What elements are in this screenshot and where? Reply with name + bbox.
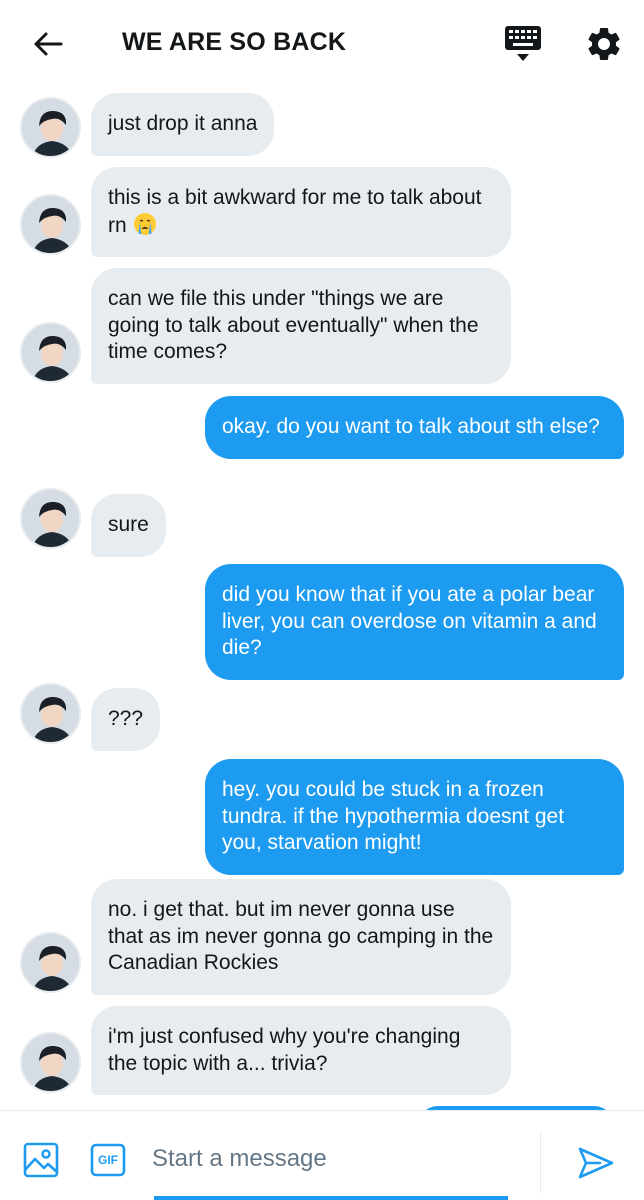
add-image-button[interactable] xyxy=(22,1141,60,1179)
outgoing-message-bubble[interactable]: okay. do you want to talk about sth else… xyxy=(205,396,624,459)
avatar[interactable] xyxy=(20,194,81,255)
outgoing-message-bubble[interactable]: hey. you could be stuck in a frozen tund… xyxy=(205,759,624,875)
avatar[interactable] xyxy=(20,932,81,993)
message-text: i'm just confused why you're changing th… xyxy=(108,1025,461,1075)
crying-face-emoji xyxy=(133,212,156,235)
incoming-message-bubble[interactable]: ??? xyxy=(91,688,161,751)
image-icon xyxy=(23,1142,59,1178)
message-text: hey. you could be stuck in a frozen tund… xyxy=(222,778,565,854)
message-list[interactable]: just drop it anna this is a bit awkward … xyxy=(0,88,644,1110)
incoming-message-bubble[interactable]: i'm just confused why you're changing th… xyxy=(91,1006,511,1095)
message-input-focus-indicator xyxy=(154,1196,508,1200)
message-text: ??? xyxy=(108,707,144,730)
message-composer: GIF xyxy=(0,1110,644,1200)
avatar[interactable] xyxy=(20,1032,81,1093)
avatar[interactable] xyxy=(20,683,81,744)
back-button[interactable] xyxy=(28,26,68,62)
message-text: this is a bit awkward for me to talk abo… xyxy=(108,186,482,237)
incoming-message-bubble[interactable]: can we file this under "things we are go… xyxy=(91,268,511,384)
message-input[interactable] xyxy=(152,1131,512,1187)
message-text: no. i get that. but im never gonna use t… xyxy=(108,898,494,974)
conversation-header: WE ARE SO BACK xyxy=(0,0,644,88)
message-text: just drop it anna xyxy=(108,112,258,135)
add-gif-button[interactable]: GIF xyxy=(90,1143,126,1177)
incoming-message-bubble[interactable]: sure xyxy=(91,494,166,557)
settings-button[interactable] xyxy=(584,24,624,64)
composer-divider xyxy=(540,1131,541,1193)
incoming-message-bubble[interactable]: no. i get that. but im never gonna use t… xyxy=(91,879,511,995)
conversation-title: WE ARE SO BACK xyxy=(122,28,347,56)
message-text: sure xyxy=(108,513,149,536)
keyboard-button[interactable] xyxy=(500,24,546,64)
gear-icon xyxy=(588,27,620,60)
send-icon xyxy=(578,1147,614,1179)
message-text: okay. do you want to talk about sth else… xyxy=(222,415,600,438)
incoming-message-bubble[interactable]: just drop it anna xyxy=(91,93,275,156)
gif-label: GIF xyxy=(98,1153,118,1167)
avatar[interactable] xyxy=(20,488,81,549)
message-text: can we file this under "things we are go… xyxy=(108,287,479,363)
avatar[interactable] xyxy=(20,322,81,383)
incoming-message-bubble[interactable]: this is a bit awkward for me to talk abo… xyxy=(91,167,511,257)
keyboard-icon xyxy=(505,26,541,61)
outgoing-message-bubble[interactable]: did you know that if you ate a polar bea… xyxy=(205,564,624,680)
arrow-left-icon xyxy=(34,32,63,56)
send-button[interactable] xyxy=(576,1145,616,1181)
message-text: did you know that if you ate a polar bea… xyxy=(222,583,597,659)
avatar[interactable] xyxy=(20,97,81,158)
